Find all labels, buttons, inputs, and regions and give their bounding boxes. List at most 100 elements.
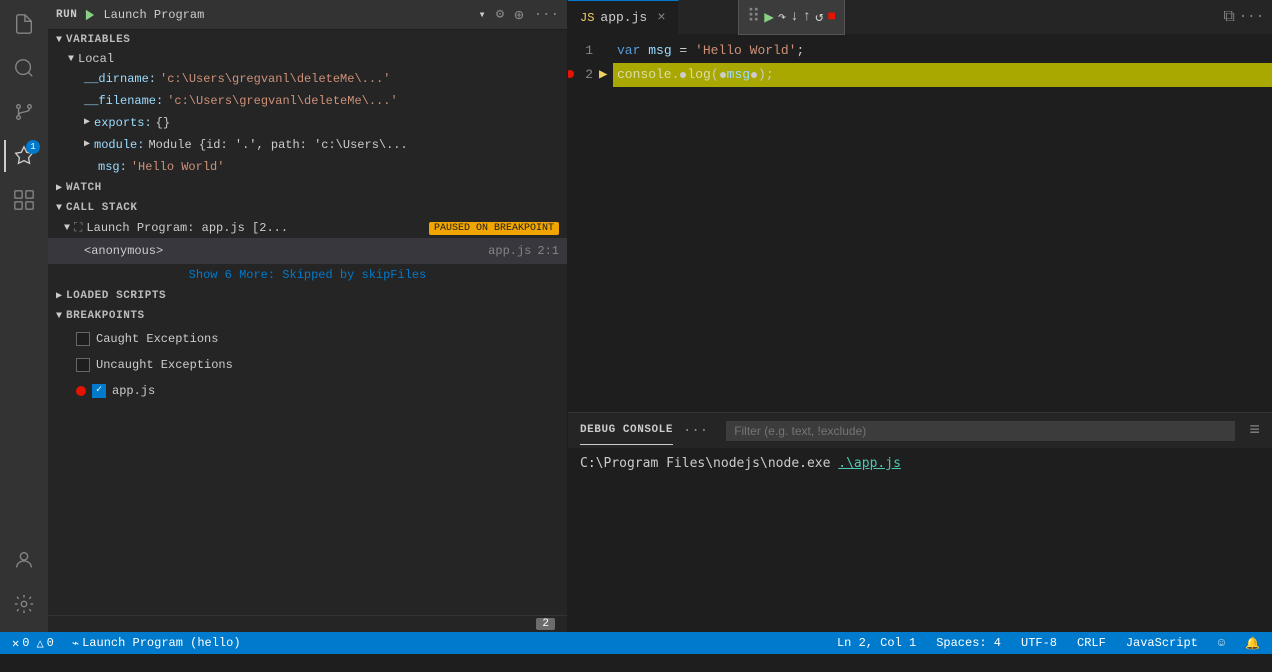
status-left: ✕ 0 △ 0 ⌁ Launch Program (hello) bbox=[8, 636, 245, 651]
activity-bottom bbox=[4, 540, 44, 632]
loaded-scripts-chevron: ▶ bbox=[56, 290, 62, 302]
appjs-tab[interactable]: JS app.js × bbox=[568, 0, 679, 35]
split-editor-btn[interactable]: ⧉ bbox=[1223, 8, 1234, 26]
feedback-btn[interactable]: ☺ bbox=[1214, 636, 1229, 650]
console-file-link[interactable]: .\app.js bbox=[838, 456, 901, 471]
status-bar: ✕ 0 △ 0 ⌁ Launch Program (hello) Ln 2, C… bbox=[0, 632, 1272, 654]
drag-handle-icon[interactable]: ⠿ bbox=[747, 6, 760, 28]
var-filename[interactable]: __filename: 'c:\Users\gregvanl\deleteMe\… bbox=[48, 90, 567, 112]
line-ending-indicator[interactable]: CRLF bbox=[1073, 636, 1110, 650]
launch-dropdown-arrow[interactable]: ▾ bbox=[478, 7, 485, 22]
notification-bell-icon: 🔔 bbox=[1245, 636, 1260, 651]
account-icon[interactable] bbox=[4, 540, 44, 580]
bp-appjs[interactable]: ✓ app.js bbox=[48, 378, 567, 404]
more-options-btn[interactable]: ··· bbox=[534, 7, 559, 23]
debug-badge: 1 bbox=[26, 140, 40, 154]
tab-filename: app.js bbox=[600, 10, 647, 25]
notifications-btn[interactable]: 🔔 bbox=[1241, 636, 1264, 651]
debug-launch-status[interactable]: ⌁ Launch Program (hello) bbox=[68, 636, 245, 651]
tab-close-btn[interactable]: × bbox=[657, 10, 665, 26]
callstack-chevron: ▼ bbox=[56, 203, 62, 214]
breakpoints-section-header[interactable]: ▼ BREAKPOINTS bbox=[48, 306, 567, 326]
var-dirname[interactable]: __dirname: 'c:\Users\gregvanl\deleteMe\.… bbox=[48, 68, 567, 90]
breakpoint-dot-2 bbox=[568, 70, 574, 78]
settings-icon[interactable] bbox=[4, 584, 44, 624]
console-more-btn[interactable]: ··· bbox=[683, 423, 708, 439]
local-group-header[interactable]: ▼ Local bbox=[48, 50, 567, 68]
callstack-section-header[interactable]: ▼ CALL STACK bbox=[48, 198, 567, 218]
var-msg[interactable]: msg: 'Hello World' bbox=[48, 156, 567, 178]
breakpoint-count-badge: 2 bbox=[536, 618, 555, 630]
cursor-position[interactable]: Ln 2, Col 1 bbox=[833, 636, 920, 650]
line-numbers: 1 2 bbox=[568, 35, 613, 412]
code-line-1: var msg = 'Hello World' ; bbox=[613, 39, 1272, 63]
bp-uncaught-label: Uncaught Exceptions bbox=[96, 355, 233, 375]
error-indicator[interactable]: ✕ 0 △ 0 bbox=[8, 636, 58, 651]
restart-btn[interactable]: ↺ bbox=[815, 9, 823, 26]
code-editor: 1 2 ▶ var msg = 'Hello World' ; bbox=[568, 35, 1272, 412]
variables-title: VARIABLES bbox=[66, 34, 130, 46]
add-config-btn[interactable]: ⊕ bbox=[514, 5, 524, 25]
debug-console-tab[interactable]: DEBUG CONSOLE bbox=[580, 416, 673, 445]
show-more-btn[interactable]: Show 6 More: Skipped by skipFiles bbox=[48, 264, 567, 286]
debug-launch-icon: ⌁ bbox=[72, 636, 79, 651]
console-filter-input[interactable] bbox=[726, 421, 1235, 441]
run-label: RUN bbox=[56, 9, 77, 21]
step-out-btn[interactable]: ↑ bbox=[803, 9, 811, 25]
error-x-icon: ✕ bbox=[12, 636, 19, 651]
files-icon[interactable] bbox=[4, 4, 44, 44]
watch-chevron: ▶ bbox=[56, 182, 62, 194]
console-path: C:\Program Files\nodejs\node.exe bbox=[580, 456, 838, 471]
warning-triangle-icon: △ bbox=[36, 636, 43, 651]
breakpoints-title: BREAKPOINTS bbox=[66, 310, 145, 322]
extensions-icon[interactable] bbox=[4, 180, 44, 220]
console-clear-btn[interactable]: ≡ bbox=[1249, 421, 1260, 441]
launch-item[interactable]: ▼ ⛶ Launch Program: app.js [2... PAUSED … bbox=[48, 218, 567, 238]
launch-item-chevron: ▼ bbox=[64, 223, 70, 234]
spaces-indicator[interactable]: Spaces: 4 bbox=[932, 636, 1005, 650]
debug-console: DEBUG CONSOLE ··· ≡ C:\Program Files\nod… bbox=[568, 412, 1272, 632]
watch-section-header[interactable]: ▶ WATCH bbox=[48, 178, 567, 198]
loaded-scripts-section-header[interactable]: ▶ LOADED SCRIPTS bbox=[48, 286, 567, 306]
console-body: C:\Program Files\nodejs\node.exe .\app.j… bbox=[568, 448, 1272, 632]
breakpoint-dot-inline bbox=[680, 72, 686, 78]
local-group-label: Local bbox=[78, 52, 114, 66]
variables-section-header[interactable]: ▼ VARIABLES bbox=[48, 30, 567, 50]
launch-program-label: Launch Program bbox=[103, 8, 472, 22]
bp-appjs-checkbox[interactable]: ✓ bbox=[92, 384, 106, 398]
bp-caught-checkbox[interactable] bbox=[76, 332, 90, 346]
encoding-label: UTF-8 bbox=[1021, 636, 1057, 650]
inline-dot-3 bbox=[751, 72, 757, 78]
bp-appjs-dot bbox=[76, 386, 86, 396]
bp-uncaught-exceptions[interactable]: Uncaught Exceptions bbox=[48, 352, 567, 378]
inline-dot-2 bbox=[720, 72, 726, 78]
debug-launch-label: Launch Program (hello) bbox=[82, 636, 240, 650]
bp-uncaught-checkbox[interactable] bbox=[76, 358, 90, 372]
continue-btn[interactable]: ▶ bbox=[764, 7, 774, 27]
status-right: Ln 2, Col 1 Spaces: 4 UTF-8 CRLF JavaScr… bbox=[833, 636, 1264, 651]
code-line-2: console . log ( msg ) ; bbox=[613, 63, 1272, 87]
bp-caught-exceptions[interactable]: Caught Exceptions bbox=[48, 326, 567, 352]
more-editor-btn[interactable]: ··· bbox=[1239, 9, 1264, 25]
settings-gear-btn[interactable]: ⚙ bbox=[496, 6, 504, 23]
debug-thread-icon: ⛶ bbox=[74, 221, 82, 235]
debug-icon[interactable]: 1 bbox=[4, 136, 44, 176]
stop-btn[interactable]: ■ bbox=[828, 9, 836, 25]
var-module[interactable]: ▶ module: Module {id: '.', path: 'c:\Use… bbox=[48, 134, 567, 156]
language-label: JavaScript bbox=[1126, 636, 1198, 650]
callstack-frame-0[interactable]: <anonymous> app.js 2:1 bbox=[48, 238, 567, 264]
encoding-indicator[interactable]: UTF-8 bbox=[1017, 636, 1061, 650]
step-into-btn[interactable]: ↓ bbox=[790, 9, 798, 25]
source-control-icon[interactable] bbox=[4, 92, 44, 132]
step-over-btn[interactable]: ↷ bbox=[778, 9, 786, 26]
console-header: DEBUG CONSOLE ··· ≡ bbox=[568, 413, 1272, 448]
search-icon[interactable] bbox=[4, 48, 44, 88]
error-count: 0 bbox=[22, 636, 29, 650]
bp-caught-label: Caught Exceptions bbox=[96, 329, 218, 349]
callstack-title: CALL STACK bbox=[66, 202, 138, 214]
variables-chevron: ▼ bbox=[56, 35, 62, 46]
language-indicator[interactable]: JavaScript bbox=[1122, 636, 1202, 650]
loaded-scripts-title: LOADED SCRIPTS bbox=[66, 290, 166, 302]
var-exports[interactable]: ▶ exports: {} bbox=[48, 112, 567, 134]
main-container: RUN Launch Program ▾ ⚙ ⊕ ··· ▼ VARIABLES… bbox=[0, 0, 1272, 632]
